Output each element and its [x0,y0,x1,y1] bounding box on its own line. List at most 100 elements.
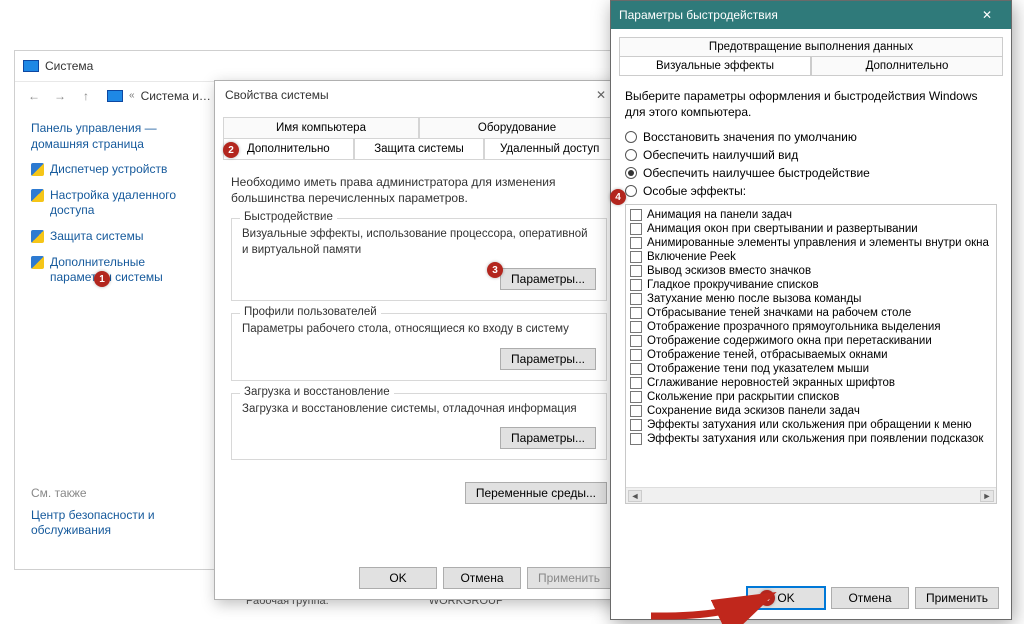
cancel-button[interactable]: Отмена [443,567,521,589]
see-also-label: См. также [31,486,207,500]
effect-label: Гладкое прокручивание списков [647,279,819,291]
effect-item[interactable]: Сглаживание неровностей экранных шрифтов [630,376,992,390]
control-panel-home-link[interactable]: Панель управления — домашняя страница [31,121,207,152]
forward-button[interactable]: → [49,85,71,107]
effect-label: Сохранение вида эскизов панели задач [647,405,860,417]
effect-label: Отображение тени под указателем мыши [647,363,869,375]
radio-best-performance[interactable]: Обеспечить наилучшее быстродействие [625,166,997,180]
perf-footer: OK Отмена Применить [747,587,999,609]
radio-custom[interactable]: Особые эффекты: [625,184,997,198]
tab-visual-effects[interactable]: Визуальные эффекты [619,56,811,76]
checkbox-icon[interactable] [630,377,642,389]
security-center-link[interactable]: Центр безопасности и обслуживания [31,508,207,539]
effect-item[interactable]: Включение Peek [630,250,992,264]
checkbox-icon[interactable] [630,237,642,249]
performance-options-dialog: Параметры быстродействия ✕ Предотвращени… [610,0,1012,620]
checkbox-icon[interactable] [630,391,642,403]
system-properties-dialog: Свойства системы ✕ Имя компьютера Оборуд… [214,80,624,600]
radio-best-appearance[interactable]: Обеспечить наилучший вид [625,148,997,162]
radio-icon [625,149,637,161]
effect-item[interactable]: Эффекты затухания или скольжения при поя… [630,432,992,446]
performance-settings-button[interactable]: Параметры... [500,268,596,290]
effect-item[interactable]: Вывод эскизов вместо значков [630,264,992,278]
tab-remote[interactable]: Удаленный доступ [484,138,615,159]
checkbox-icon[interactable] [630,433,642,445]
tab-system-protection[interactable]: Защита системы [354,138,485,159]
sidebar-link-advanced-settings[interactable]: Дополнительные параметры системы [31,255,207,286]
pc-icon [23,60,39,72]
checkbox-icon[interactable] [630,209,642,221]
effect-label: Анимация окон при свертывании и разверты… [647,223,918,235]
checkbox-icon[interactable] [630,265,642,277]
effect-item[interactable]: Гладкое прокручивание списков [630,278,992,292]
ok-button[interactable]: OK [359,567,437,589]
effect-label: Эффекты затухания или скольжения при обр… [647,419,972,431]
effect-item[interactable]: Отображение прозрачного прямоугольника в… [630,320,992,334]
shield-icon [31,189,44,202]
effect-label: Эффекты затухания или скольжения при поя… [647,433,983,445]
effect-label: Анимированные элементы управления и элем… [647,237,989,249]
radio-icon [625,167,637,179]
checkbox-icon[interactable] [630,293,642,305]
perf-titlebar: Параметры быстродействия ✕ [611,1,1011,29]
address-bar[interactable]: « Система и… [107,89,211,103]
sidebar-link-system-protection[interactable]: Защита системы [31,229,207,245]
checkbox-icon[interactable] [630,335,642,347]
effect-item[interactable]: Скольжение при раскрытии списков [630,390,992,404]
sidebar-link-label: Дополнительные параметры системы [50,255,207,286]
environment-variables-button[interactable]: Переменные среды... [465,482,607,504]
sidebar-link-label: Настройка удаленного доступа [50,188,207,219]
apply-button[interactable]: Применить [527,567,611,589]
effect-label: Сглаживание неровностей экранных шрифтов [647,377,895,389]
effect-item[interactable]: Анимация окон при свертывании и разверты… [630,222,992,236]
checkbox-icon[interactable] [630,349,642,361]
tab-advanced[interactable]: Дополнительно [223,138,354,159]
crumb-text: Система и… [141,89,211,103]
tab-dep[interactable]: Предотвращение выполнения данных [619,37,1003,57]
checkbox-icon[interactable] [630,405,642,417]
effect-item[interactable]: Сохранение вида эскизов панели задач [630,404,992,418]
shield-icon [31,230,44,243]
effect-item[interactable]: Отображение содержимого окна при перетас… [630,334,992,348]
group-desc: Визуальные эффекты, использование процес… [242,227,596,258]
effect-item[interactable]: Затухание меню после вызова команды [630,292,992,306]
scroll-right-icon[interactable]: ► [980,490,994,502]
up-button[interactable]: ↑ [75,85,97,107]
effect-label: Отображение теней, отбрасываемых окнами [647,349,888,361]
perf-description: Выберите параметры оформления и быстроде… [625,88,997,120]
checkbox-icon[interactable] [630,223,642,235]
close-icon[interactable]: ✕ [971,1,1003,29]
sidebar-link-device-manager[interactable]: Диспетчер устройств [31,162,207,178]
back-button[interactable]: ← [23,85,45,107]
effect-item[interactable]: Анимированные элементы управления и элем… [630,236,992,250]
checkbox-icon[interactable] [630,321,642,333]
group-desc: Загрузка и восстановление системы, отлад… [242,402,596,418]
tab-advanced[interactable]: Дополнительно [811,56,1003,76]
profiles-settings-button[interactable]: Параметры... [500,348,596,370]
shield-icon [31,163,44,176]
step-badge-3: 3 [487,262,503,278]
checkbox-icon[interactable] [630,279,642,291]
horizontal-scrollbar[interactable]: ◄ ► [626,487,996,503]
checkbox-icon[interactable] [630,307,642,319]
startup-settings-button[interactable]: Параметры... [500,427,596,449]
radio-let-windows-choose[interactable]: Восстановить значения по умолчанию [625,130,997,144]
sidebar-link-remote-settings[interactable]: Настройка удаленного доступа [31,188,207,219]
effect-item[interactable]: Отображение теней, отбрасываемых окнами [630,348,992,362]
effect-item[interactable]: Отбрасывание теней значками на рабочем с… [630,306,992,320]
checkbox-icon[interactable] [630,363,642,375]
tab-hardware[interactable]: Оборудование [419,117,615,138]
effect-item[interactable]: Анимация на панели задач [630,208,992,222]
effect-label: Анимация на панели задач [647,209,792,221]
tab-computer-name[interactable]: Имя компьютера [223,117,419,138]
effect-item[interactable]: Эффекты затухания или скольжения при обр… [630,418,992,432]
apply-button[interactable]: Применить [915,587,999,609]
effects-list[interactable]: Анимация на панели задач Анимация окон пр… [625,204,997,504]
checkbox-icon[interactable] [630,419,642,431]
effect-label: Отображение прозрачного прямоугольника в… [647,321,941,333]
scroll-left-icon[interactable]: ◄ [628,490,642,502]
effect-item[interactable]: Отображение тени под указателем мыши [630,362,992,376]
checkbox-icon[interactable] [630,251,642,263]
effect-label: Отбрасывание теней значками на рабочем с… [647,307,911,319]
cancel-button[interactable]: Отмена [831,587,909,609]
